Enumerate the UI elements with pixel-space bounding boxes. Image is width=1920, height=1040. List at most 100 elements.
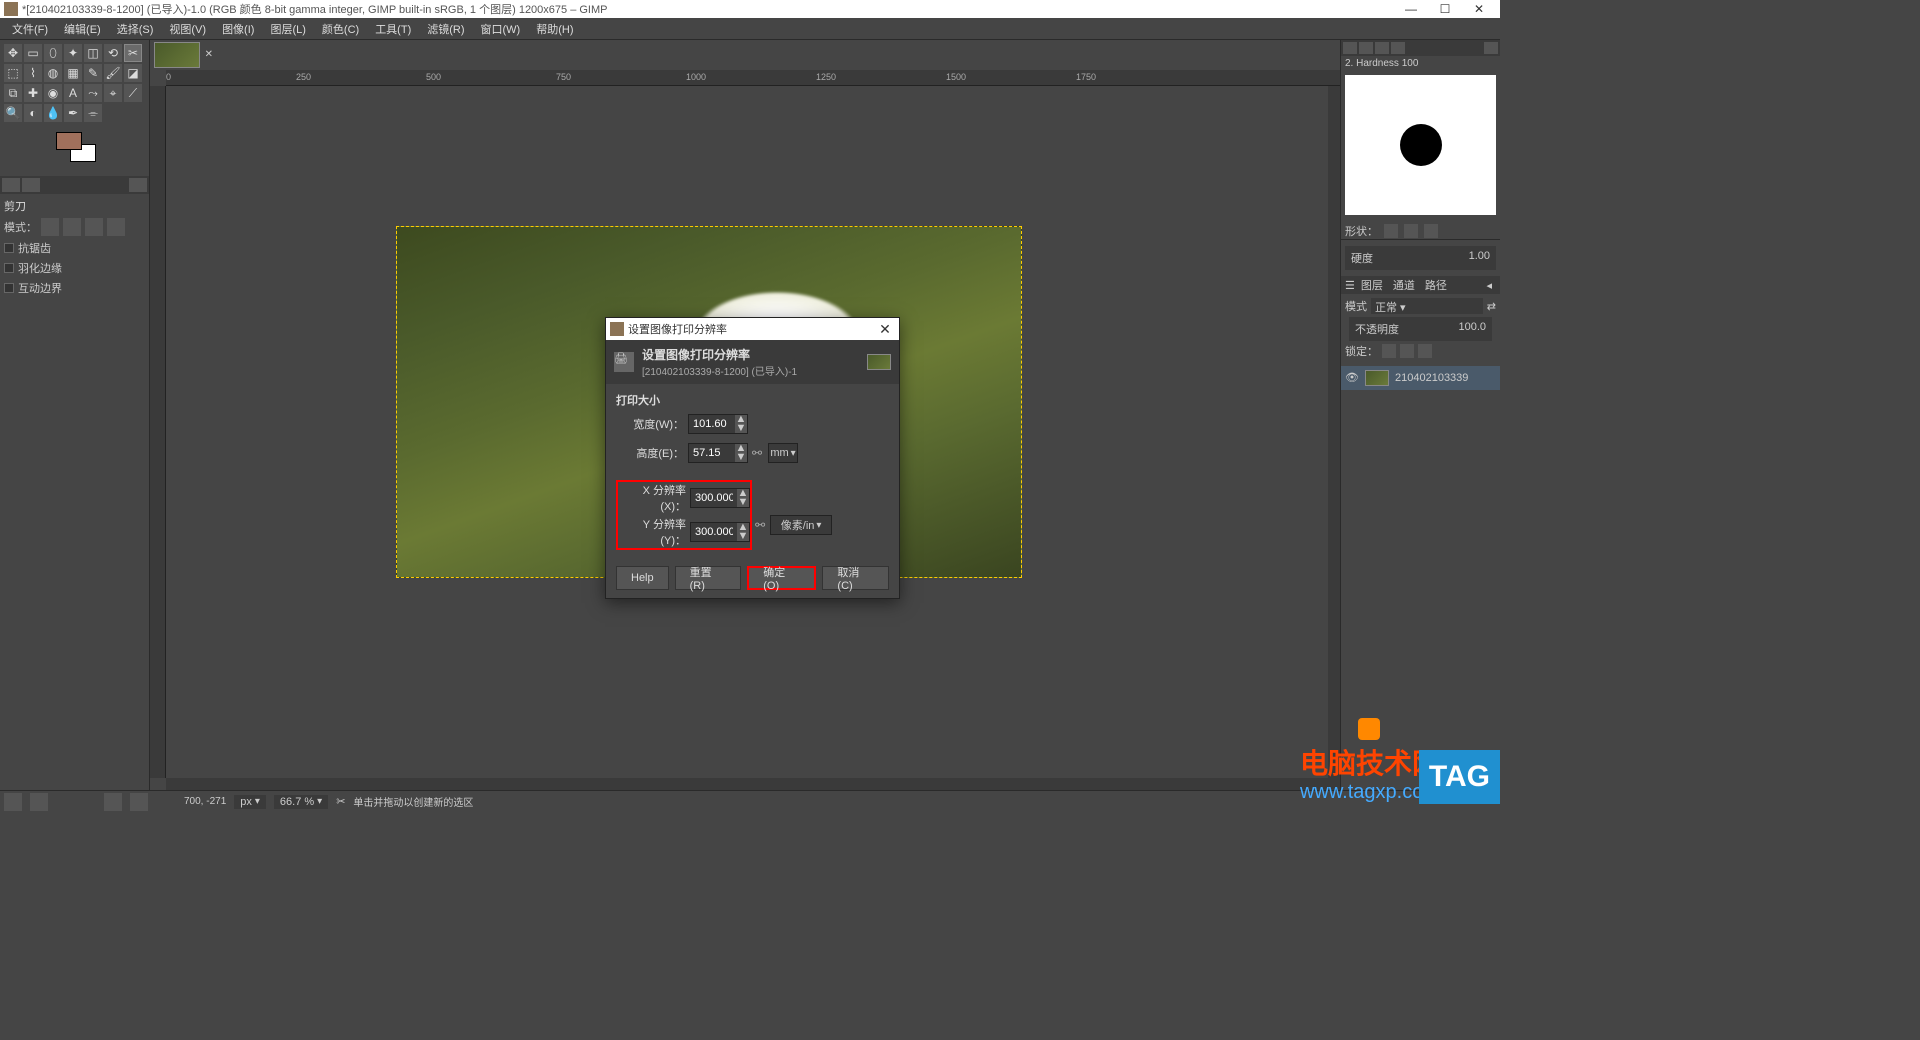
- menu-file[interactable]: 文件(F): [4, 19, 56, 39]
- mode-subtract[interactable]: [85, 218, 103, 236]
- height-spinbox[interactable]: ▲▼: [688, 443, 748, 463]
- menu-tools[interactable]: 工具(T): [367, 19, 419, 39]
- dock-tab-fonts[interactable]: [1375, 42, 1389, 54]
- menu-edit[interactable]: 编辑(E): [56, 19, 109, 39]
- visibility-icon[interactable]: 👁: [1345, 371, 1359, 385]
- tool-blur[interactable]: 💧: [44, 104, 62, 122]
- maximize-button[interactable]: ☐: [1428, 2, 1462, 16]
- ok-button[interactable]: 确定(O): [747, 566, 816, 590]
- spin-down-icon[interactable]: ▼: [735, 453, 747, 462]
- status-icon-1[interactable]: [4, 793, 22, 811]
- width-input[interactable]: [689, 415, 735, 433]
- tool-brush[interactable]: 🖌: [104, 64, 122, 82]
- layers-menu[interactable]: ◂: [1482, 279, 1496, 292]
- menu-filters[interactable]: 滤镜(R): [419, 19, 472, 39]
- xres-spinbox[interactable]: ▲▼: [690, 488, 750, 508]
- tool-airbrush[interactable]: ⌯: [84, 104, 102, 122]
- tool-dodge[interactable]: ◐: [24, 104, 42, 122]
- minimize-button[interactable]: —: [1394, 2, 1428, 16]
- dock-tab-2[interactable]: [22, 178, 40, 192]
- layer-item[interactable]: 👁 210402103339: [1341, 366, 1500, 390]
- mode-add[interactable]: [63, 218, 81, 236]
- tool-text[interactable]: A: [64, 84, 82, 102]
- status-icon-2[interactable]: [30, 793, 48, 811]
- mode-switch-icon[interactable]: ⇄: [1487, 300, 1496, 313]
- menu-help[interactable]: 帮助(H): [528, 19, 581, 39]
- dock-tab-history[interactable]: [1391, 42, 1405, 54]
- tool-heal[interactable]: ✚: [24, 84, 42, 102]
- tool-ink[interactable]: ✒: [64, 104, 82, 122]
- brush-preview[interactable]: [1345, 75, 1496, 215]
- tab-paths[interactable]: 路径: [1421, 277, 1451, 293]
- menu-image[interactable]: 图像(I): [214, 19, 262, 39]
- antialias-checkbox[interactable]: [4, 243, 14, 253]
- tool-rect-select[interactable]: ▭: [24, 44, 42, 62]
- dock-tab-1[interactable]: [2, 178, 20, 192]
- horizontal-scrollbar[interactable]: [166, 778, 1340, 790]
- feather-checkbox[interactable]: [4, 263, 14, 273]
- zoom-select[interactable]: 66.7 % ▾: [274, 795, 328, 809]
- spin-down-icon[interactable]: ▼: [737, 532, 749, 541]
- tool-move[interactable]: ✥: [4, 44, 22, 62]
- tool-rotate[interactable]: ⟲: [104, 44, 122, 62]
- menu-select[interactable]: 选择(S): [109, 19, 162, 39]
- cancel-button[interactable]: 取消(C): [822, 566, 889, 590]
- layer-name[interactable]: 210402103339: [1395, 372, 1468, 384]
- tool-measure[interactable]: ⟋: [124, 84, 142, 102]
- dialog-titlebar[interactable]: 设置图像打印分辨率 ✕: [606, 318, 899, 340]
- xres-input[interactable]: [691, 489, 737, 507]
- spin-down-icon[interactable]: ▼: [737, 498, 749, 507]
- tool-smudge[interactable]: ◉: [44, 84, 62, 102]
- yres-spinbox[interactable]: ▲▼: [690, 522, 750, 542]
- menu-view[interactable]: 视图(V): [161, 19, 214, 39]
- dialog-close-button[interactable]: ✕: [875, 321, 895, 338]
- opacity-slider[interactable]: 不透明度 100.0: [1349, 317, 1492, 341]
- tool-fuzzy-select[interactable]: ✦: [64, 44, 82, 62]
- menu-windows[interactable]: 窗口(W): [473, 19, 529, 39]
- lock-pixels[interactable]: [1382, 344, 1396, 358]
- menu-layer[interactable]: 图层(L): [262, 19, 313, 39]
- tool-eraser[interactable]: ◪: [124, 64, 142, 82]
- hardness-slider[interactable]: 硬度 1.00: [1345, 246, 1496, 270]
- tab-channels[interactable]: 通道: [1389, 277, 1419, 293]
- interactive-checkbox[interactable]: [4, 283, 14, 293]
- width-spinbox[interactable]: ▲▼: [688, 414, 748, 434]
- tab-layers[interactable]: 图层: [1357, 277, 1387, 293]
- unit-select[interactable]: px ▾: [234, 795, 266, 809]
- yres-input[interactable]: [691, 523, 737, 541]
- shape-square[interactable]: [1404, 224, 1418, 238]
- tool-pencil[interactable]: ✎: [84, 64, 102, 82]
- tool-scissors[interactable]: ✂: [124, 44, 142, 62]
- dock-tab-patterns[interactable]: [1359, 42, 1373, 54]
- mode-intersect[interactable]: [107, 218, 125, 236]
- mode-replace[interactable]: [41, 218, 59, 236]
- tool-zoom[interactable]: 🔍: [4, 104, 22, 122]
- close-button[interactable]: ✕: [1462, 2, 1496, 16]
- tool-gradient[interactable]: ▦: [64, 64, 82, 82]
- vertical-ruler[interactable]: [150, 86, 166, 778]
- dock-menu[interactable]: [129, 178, 147, 192]
- tool-color-picker[interactable]: ⌖: [104, 84, 122, 102]
- dock-config[interactable]: [1484, 42, 1498, 54]
- shape-diamond[interactable]: [1424, 224, 1438, 238]
- lock-position[interactable]: [1400, 344, 1414, 358]
- lock-alpha[interactable]: [1418, 344, 1432, 358]
- size-unit-select[interactable]: mm ▾: [768, 443, 798, 463]
- dock-tab-brushes[interactable]: [1343, 42, 1357, 54]
- tool-warp[interactable]: ⌇: [24, 64, 42, 82]
- tool-crop[interactable]: ◫: [84, 44, 102, 62]
- spin-down-icon[interactable]: ▼: [735, 424, 747, 433]
- horizontal-ruler[interactable]: 0 250 500 750 1000 1250 1500 1750: [166, 70, 1340, 86]
- menu-colors[interactable]: 颜色(C): [314, 19, 367, 39]
- reset-button[interactable]: 重置(R): [675, 566, 742, 590]
- link-icon[interactable]: ⚯: [752, 438, 764, 468]
- tool-clone[interactable]: ⧉: [4, 84, 22, 102]
- layer-mode-select[interactable]: 正常 ▾: [1371, 298, 1483, 314]
- tool-free-select[interactable]: ⬯: [44, 44, 62, 62]
- foreground-color[interactable]: [56, 132, 82, 150]
- help-button[interactable]: Help: [616, 566, 669, 590]
- status-icon-3[interactable]: [104, 793, 122, 811]
- status-icon-4[interactable]: [130, 793, 148, 811]
- link-icon[interactable]: ⚯: [755, 510, 767, 540]
- vertical-scrollbar[interactable]: [1328, 86, 1340, 778]
